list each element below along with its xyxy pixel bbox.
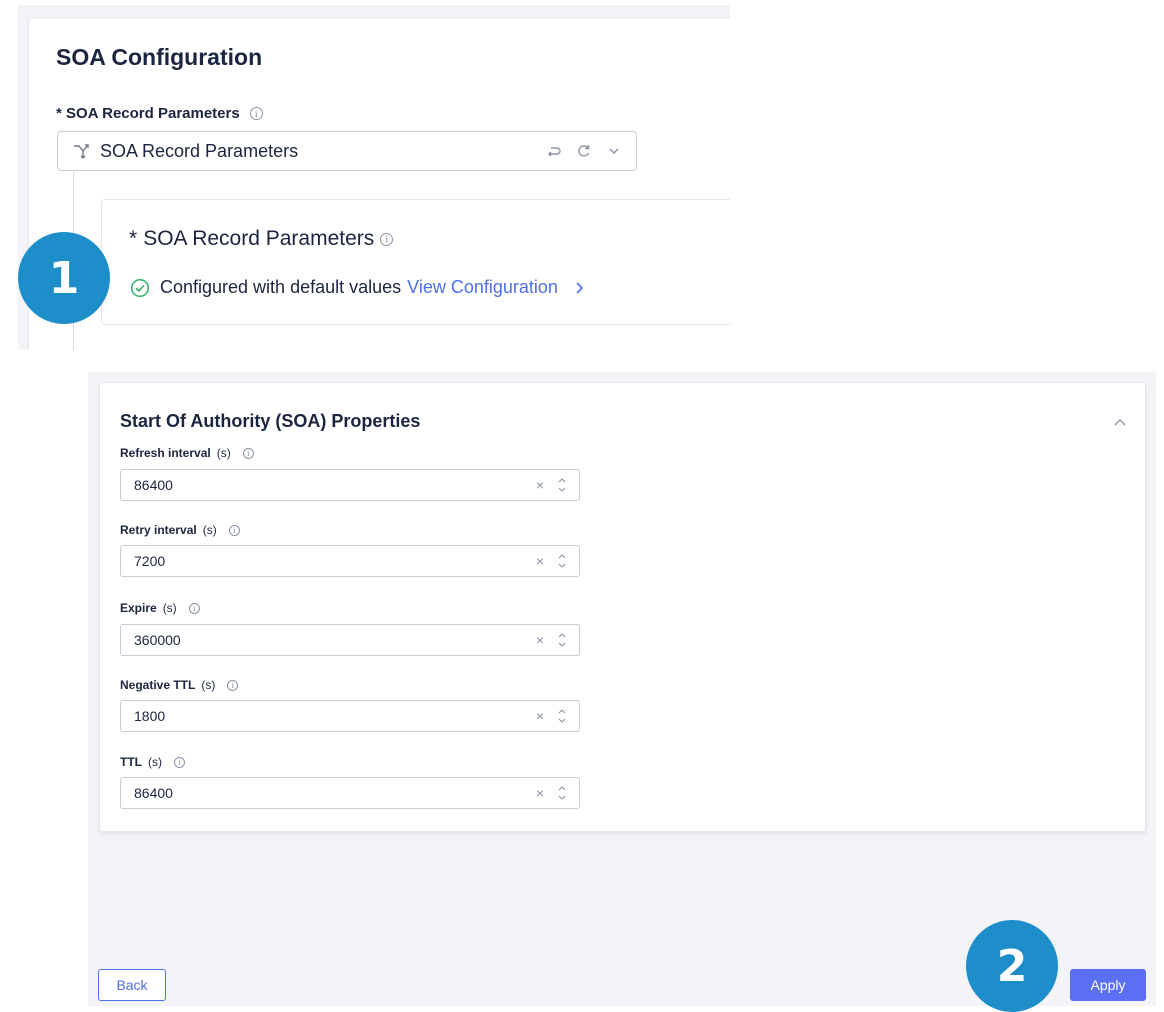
refresh-interval-field[interactable] <box>134 477 514 493</box>
negative-ttl-input[interactable]: × <box>120 700 580 732</box>
reset-icon[interactable] <box>546 143 562 159</box>
field-label: TTL <box>120 755 142 769</box>
configuration-status: Configured with default values View Conf… <box>130 277 586 298</box>
stepper-icon[interactable] <box>557 630 567 650</box>
clear-icon[interactable]: × <box>533 632 547 648</box>
step-badge-2: 2 <box>966 920 1058 1012</box>
field-unit: (s) <box>148 755 162 769</box>
expire-label: Expire (s) i <box>120 601 200 615</box>
clear-icon[interactable]: × <box>533 708 547 724</box>
required-mark: * <box>56 105 62 122</box>
chevron-right-icon[interactable] <box>572 281 586 295</box>
info-icon[interactable]: i <box>188 602 200 614</box>
view-configuration-link[interactable]: View Configuration <box>407 277 558 298</box>
retry-interval-field[interactable] <box>134 553 514 569</box>
soa-configuration-panel: SOA Configuration * SOA Record Parameter… <box>18 5 730 350</box>
select-tools <box>546 143 622 159</box>
stepper-icon[interactable] <box>557 551 567 571</box>
step-badge-1: 1 <box>18 232 110 324</box>
expire-field[interactable] <box>134 632 514 648</box>
page-title: SOA Configuration <box>56 44 263 70</box>
soa-record-parameters-label: * SOA Record Parameters i <box>56 105 263 122</box>
ttl-field[interactable] <box>134 785 514 801</box>
chevron-up-icon[interactable] <box>1113 417 1127 427</box>
info-icon[interactable]: i <box>174 756 185 768</box>
negative-ttl-label: Negative TTL (s) i <box>120 678 239 692</box>
retry-interval-label: Retry interval (s) i <box>120 523 240 537</box>
ttl-input[interactable]: × <box>120 777 580 809</box>
properties-title: Start Of Authority (SOA) Properties <box>120 411 421 431</box>
clear-icon[interactable]: × <box>533 785 547 801</box>
clear-icon[interactable]: × <box>533 477 547 493</box>
field-unit: (s) <box>201 678 216 692</box>
inner-title-text: SOA Record Parameters <box>143 227 375 250</box>
refresh-icon[interactable] <box>576 143 592 159</box>
field-label: Negative TTL <box>120 678 196 692</box>
field-label: Refresh interval <box>120 446 211 460</box>
soa-properties-panel: Start Of Authority (SOA) Properties Refr… <box>88 372 1156 1006</box>
inner-card-title: * SOA Record Parameters i <box>129 227 394 251</box>
field-unit: (s) <box>202 523 217 537</box>
refresh-interval-label: Refresh interval (s) i <box>120 446 254 460</box>
info-icon[interactable]: i <box>249 107 263 120</box>
stepper-icon[interactable] <box>557 783 567 803</box>
field-label: Expire <box>120 601 157 615</box>
field-unit: (s) <box>216 446 231 460</box>
refresh-interval-input[interactable]: × <box>120 469 580 501</box>
retry-interval-input[interactable]: × <box>120 545 580 577</box>
status-text: Configured with default values <box>160 277 402 297</box>
select-value: SOA Record Parameters <box>100 140 299 161</box>
apply-button[interactable]: Apply <box>1070 969 1146 1001</box>
info-icon[interactable]: i <box>228 524 240 536</box>
field-label: Retry interval <box>120 523 197 537</box>
info-icon[interactable]: i <box>242 447 254 459</box>
negative-ttl-field[interactable] <box>134 708 514 724</box>
soa-properties-card: Start Of Authority (SOA) Properties Refr… <box>99 382 1146 832</box>
stepper-icon[interactable] <box>557 706 567 726</box>
field-unit: (s) <box>162 601 177 615</box>
soa-configuration-card: SOA Configuration * SOA Record Parameter… <box>28 17 730 350</box>
stepper-icon[interactable] <box>557 475 567 495</box>
soa-record-parameters-select[interactable]: SOA Record Parameters <box>57 131 637 171</box>
back-button[interactable]: Back <box>98 969 166 1001</box>
field-label-text: SOA Record Parameters <box>66 105 240 122</box>
ttl-label: TTL (s) i <box>120 755 185 769</box>
chevron-down-icon[interactable] <box>606 143 622 159</box>
branch-icon <box>74 144 89 159</box>
clear-icon[interactable]: × <box>533 553 547 569</box>
soa-record-parameters-card: * SOA Record Parameters i Configured with… <box>101 199 730 325</box>
check-circle-icon <box>130 278 150 297</box>
required-mark: * <box>129 227 138 250</box>
info-icon[interactable]: i <box>227 679 239 691</box>
expire-input[interactable]: × <box>120 624 580 656</box>
info-icon[interactable]: i <box>380 232 394 246</box>
